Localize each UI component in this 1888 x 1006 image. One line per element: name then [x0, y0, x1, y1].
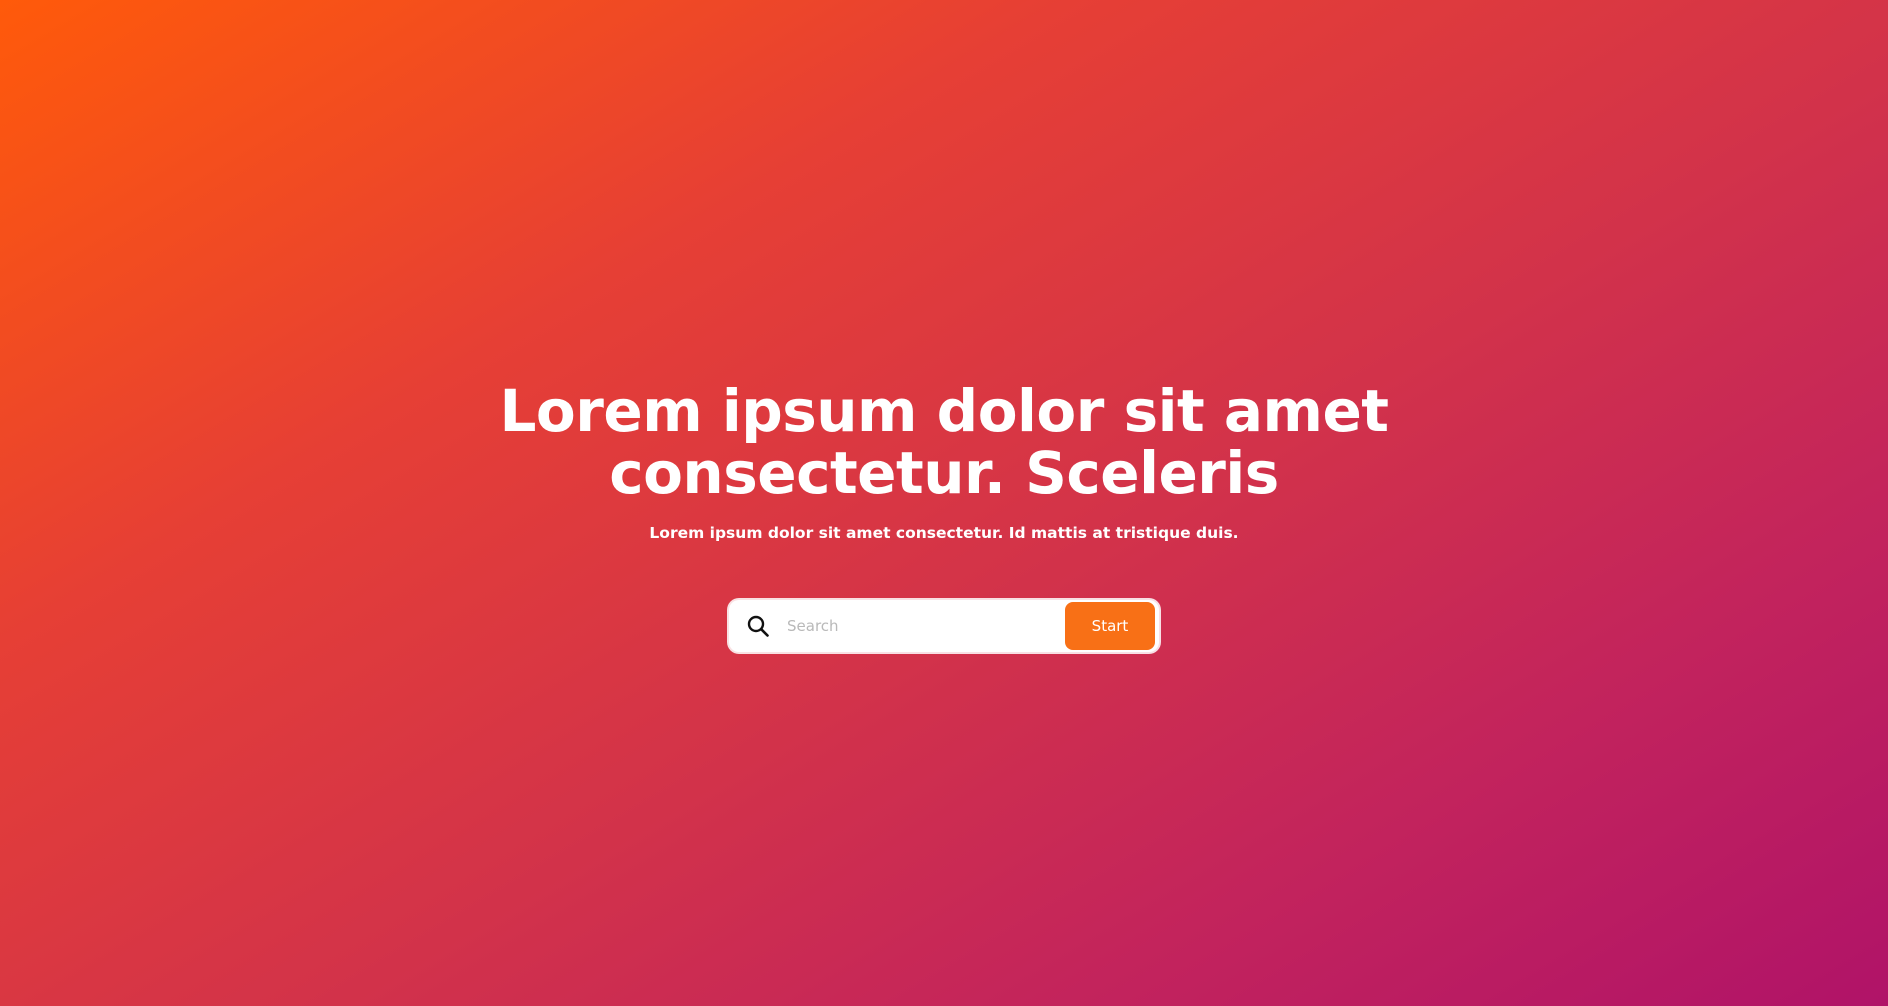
hero-section: Lorem ipsum dolor sit amet consectetur. … — [0, 0, 1888, 1006]
hero-headline: Lorem ipsum dolor sit amet consectetur. … — [499, 377, 1389, 507]
search-input[interactable] — [777, 604, 1065, 648]
hero-subtitle: Lorem ipsum dolor sit amet consectetur. … — [649, 524, 1239, 542]
search-bar: Start — [729, 600, 1159, 652]
search-icon — [739, 604, 777, 648]
start-button[interactable]: Start — [1065, 602, 1155, 650]
